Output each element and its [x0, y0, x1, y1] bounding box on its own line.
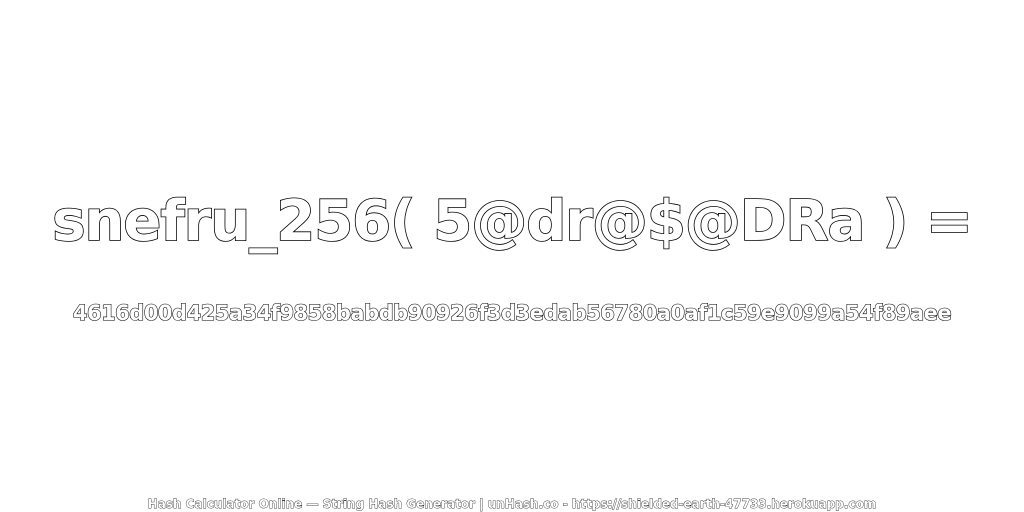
- hash-expression: snefru_256( 5@dr@$@DRa ) =: [51, 188, 973, 255]
- footer-credit: Hash Calculator Online — String Hash Gen…: [147, 497, 877, 512]
- hash-value: 4616d00d425a34f9858babdb90926f3d3edab567…: [72, 300, 952, 325]
